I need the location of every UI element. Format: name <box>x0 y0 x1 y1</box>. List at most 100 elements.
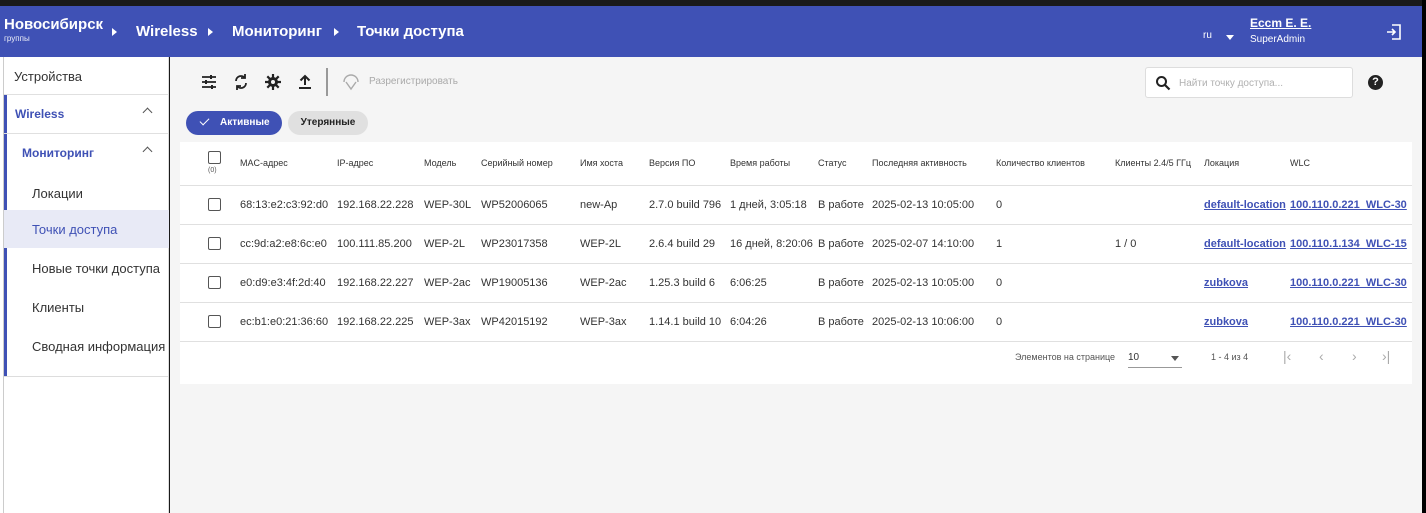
logout-icon[interactable] <box>1386 24 1402 40</box>
cell-client-count: 0 <box>996 184 1115 224</box>
cell-clients-band <box>1115 262 1204 302</box>
last-page-icon[interactable]: ›| <box>1382 348 1398 364</box>
column-header-client-count[interactable]: Количество клиентов <box>996 142 1115 185</box>
cell-location: default-location <box>1204 184 1290 224</box>
sidebar-item-monitoring[interactable]: Мониторинг <box>4 134 169 174</box>
toolbar-divider <box>326 68 328 96</box>
row-select-cell <box>180 301 240 342</box>
table-row[interactable]: cc:9d:a2:e8:6c:e0 100.111.85.200 WEP-2L … <box>180 223 1412 263</box>
cell-mac: 68:13:e2:c3:92:d0 <box>240 184 337 224</box>
location-link[interactable]: default-location <box>1204 199 1286 211</box>
cell-uptime: 16 дней, 8:20:06 <box>730 223 818 263</box>
column-header-mac[interactable]: MAC-адрес <box>240 142 337 185</box>
search-input[interactable] <box>1179 75 1339 91</box>
location-link[interactable]: default-location <box>1204 238 1286 250</box>
column-header-uptime[interactable]: Время работы <box>730 142 818 185</box>
first-page-icon[interactable]: |‹ <box>1283 348 1299 364</box>
search-box <box>1145 67 1353 98</box>
select-all-checkbox[interactable] <box>208 150 221 164</box>
window-edge <box>1422 0 1426 513</box>
location-link[interactable]: zubkova <box>1204 316 1248 328</box>
per-page-value: 10 <box>1128 352 1140 363</box>
row-checkbox[interactable] <box>208 315 221 328</box>
wlc-link[interactable]: 100.110.0.221_WLC-30 <box>1290 277 1407 289</box>
sidebar-item-summary[interactable]: Сводная информация <box>4 327 169 365</box>
cell-serial: WP52006065 <box>481 184 580 224</box>
cell-status: В работе <box>818 262 872 302</box>
cell-clients-band <box>1115 301 1204 342</box>
cell-last-activity: 2025-02-13 10:05:00 <box>872 184 996 224</box>
column-header-last-activity[interactable]: Последняя активность <box>872 142 996 185</box>
cell-ip: 192.168.22.228 <box>337 184 424 224</box>
column-header-model[interactable]: Модель <box>424 142 481 185</box>
table-row[interactable]: e0:d9:e3:4f:2d:40 192.168.22.227 WEP-2ac… <box>180 262 1412 302</box>
cell-client-count: 1 <box>996 223 1115 263</box>
breadcrumb-monitoring[interactable]: Мониторинг <box>232 23 322 41</box>
column-header-hostname[interactable]: Имя хоста <box>580 142 649 185</box>
cell-ip: 192.168.22.225 <box>337 301 424 342</box>
language-selector[interactable]: ru <box>1203 30 1212 41</box>
column-header-clients-band[interactable]: Клиенты 2.4/5 ГГц <box>1115 142 1204 185</box>
table-row[interactable]: 68:13:e2:c3:92:d0 192.168.22.228 WEP-30L… <box>180 184 1412 224</box>
refresh-icon[interactable] <box>232 73 250 91</box>
breadcrumb-wireless[interactable]: Wireless <box>136 23 198 41</box>
per-page-select[interactable]: 10 <box>1128 348 1182 368</box>
paginator: Элементов на странице 10 1 - 4 из 4 |‹ ‹… <box>180 338 1412 378</box>
help-icon[interactable]: ? <box>1368 75 1383 90</box>
cell-clients-band <box>1115 184 1204 224</box>
tune-icon[interactable] <box>200 73 218 91</box>
column-header-serial[interactable]: Серийный номер <box>481 142 580 185</box>
chevron-down-icon[interactable] <box>1226 35 1234 40</box>
wlc-link[interactable]: 100.110.1.134_WLC-15 <box>1290 238 1407 250</box>
user-role: SuperAdmin <box>1250 34 1306 45</box>
row-checkbox[interactable] <box>208 237 221 250</box>
column-header-status[interactable]: Статус <box>818 142 872 185</box>
sidebar-item-wireless[interactable]: Wireless <box>4 95 169 134</box>
chevron-down-icon[interactable] <box>1171 356 1179 361</box>
column-header-wlc[interactable]: WLC <box>1290 142 1412 185</box>
filter-chip-active[interactable]: Активные <box>186 111 282 135</box>
cell-status: В работе <box>818 301 872 342</box>
cell-client-count: 0 <box>996 301 1115 342</box>
cell-ip: 192.168.22.227 <box>337 262 424 302</box>
user-name-link[interactable]: Eccm E. E. <box>1250 16 1311 30</box>
cell-location: zubkova <box>1204 262 1290 302</box>
group-title[interactable]: Новосибирск <box>4 16 103 34</box>
sidebar-item-locations[interactable]: Локации <box>4 174 169 212</box>
sidebar-item-access-points[interactable]: Точки доступа <box>4 210 169 248</box>
cell-uptime: 6:06:25 <box>730 262 818 302</box>
column-header-location[interactable]: Локация <box>1204 142 1290 185</box>
chevron-up-icon[interactable] <box>142 107 153 118</box>
cell-model: WEP-30L <box>424 184 481 224</box>
sidebar-item-new-access-points[interactable]: Новые точки доступа <box>4 249 169 287</box>
per-page-label: Элементов на странице <box>1015 352 1116 362</box>
wlc-link[interactable]: 100.110.0.221_WLC-30 <box>1290 199 1407 211</box>
cell-mac: e0:d9:e3:4f:2d:40 <box>240 262 337 302</box>
row-checkbox[interactable] <box>208 198 221 211</box>
table-row[interactable]: ec:b1:e0:21:36:60 192.168.22.225 WEP-3ax… <box>180 301 1412 342</box>
cell-uptime: 6:04:26 <box>730 301 818 342</box>
sidebar-item-clients[interactable]: Клиенты <box>4 288 169 326</box>
location-link[interactable]: zubkova <box>1204 277 1248 289</box>
cell-hostname: WEP-3ax <box>580 301 649 342</box>
page-range: 1 - 4 из 4 <box>1211 352 1249 362</box>
group-selector[interactable]: Новосибирск группы <box>4 16 103 43</box>
row-checkbox[interactable] <box>208 276 221 289</box>
column-header-ip[interactable]: IP-адрес <box>337 142 424 185</box>
top-app-bar: Новосибирск группы Wireless Мониторинг Т… <box>0 6 1422 57</box>
gear-icon[interactable] <box>264 73 282 91</box>
unregister-button[interactable]: Разрегистрировать <box>369 76 458 87</box>
next-page-icon[interactable]: › <box>1352 348 1368 364</box>
chevron-up-icon[interactable] <box>142 146 153 157</box>
filter-chip-lost[interactable]: Утерянные <box>288 111 368 135</box>
wlc-link[interactable]: 100.110.0.221_WLC-30 <box>1290 316 1407 328</box>
previous-page-icon[interactable]: ‹ <box>1319 348 1335 364</box>
sidebar: Устройства Wireless Мониторинг Локации Т… <box>4 57 169 513</box>
sidebar-item-devices[interactable]: Устройства <box>4 57 169 95</box>
cell-last-activity: 2025-02-13 10:06:00 <box>872 301 996 342</box>
column-header-firmware[interactable]: Версия ПО <box>649 142 730 185</box>
cell-clients-band: 1 / 0 <box>1115 223 1204 263</box>
cell-last-activity: 2025-02-07 14:10:00 <box>872 223 996 263</box>
cell-model: WEP-3ax <box>424 301 481 342</box>
upload-icon[interactable] <box>296 73 314 91</box>
